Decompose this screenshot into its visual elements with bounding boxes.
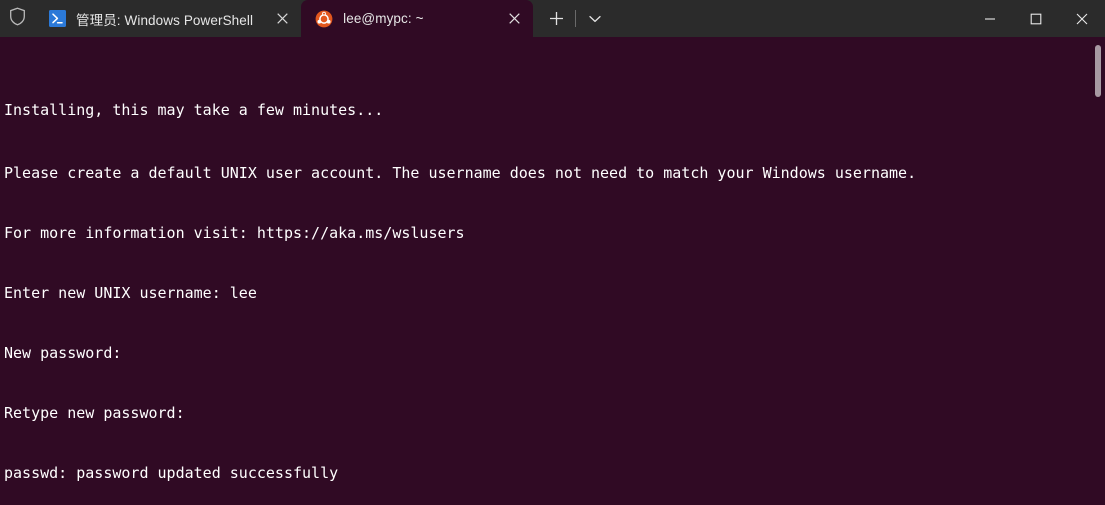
tab-ubuntu[interactable]: lee@mypc: ~ [301, 0, 534, 37]
terminal-scrollbar[interactable] [1091, 37, 1105, 505]
tab-powershell[interactable]: 管理员: Windows PowerShell [34, 0, 302, 37]
tab-tools-divider [575, 10, 577, 27]
maximize-button[interactable] [1013, 0, 1059, 37]
terminal-line: Retype new password: [4, 404, 185, 422]
tab-close-button[interactable] [269, 6, 295, 32]
terminal-window: 管理员: Windows PowerShell lee@mypc: ~ Inst… [0, 0, 1105, 505]
terminal-line: passwd: password updated successfully [4, 464, 339, 482]
close-window-button[interactable] [1059, 0, 1105, 37]
tab-title: lee@mypc: ~ [343, 11, 424, 26]
tab-title: 管理员: Windows PowerShell [76, 12, 254, 28]
chevron-down-icon[interactable] [578, 4, 612, 34]
tab-close-button[interactable] [501, 6, 527, 32]
powershell-icon [48, 10, 66, 28]
new-tab-button[interactable] [539, 4, 573, 34]
ubuntu-icon [315, 10, 333, 28]
title-bar: 管理员: Windows PowerShell lee@mypc: ~ [0, 0, 1105, 37]
terminal-line: Enter new UNIX username: lee [4, 284, 257, 302]
minimize-button[interactable] [967, 0, 1013, 37]
terminal-line: Please create a default UNIX user accoun… [4, 164, 917, 182]
terminal-line: New password: [4, 344, 122, 362]
scrollbar-thumb[interactable] [1095, 45, 1101, 97]
window-controls [967, 0, 1105, 37]
tab-tools [533, 0, 612, 37]
shield-icon [9, 7, 26, 30]
terminal-screen: Installing, this may take a few minutes.… [4, 37, 1105, 505]
terminal-body[interactable]: Installing, this may take a few minutes.… [0, 37, 1105, 505]
terminal-line: Installing, this may take a few minutes.… [4, 101, 384, 119]
admin-shield-slot [0, 0, 34, 37]
terminal-line: For more information visit: https://aka.… [4, 224, 465, 242]
